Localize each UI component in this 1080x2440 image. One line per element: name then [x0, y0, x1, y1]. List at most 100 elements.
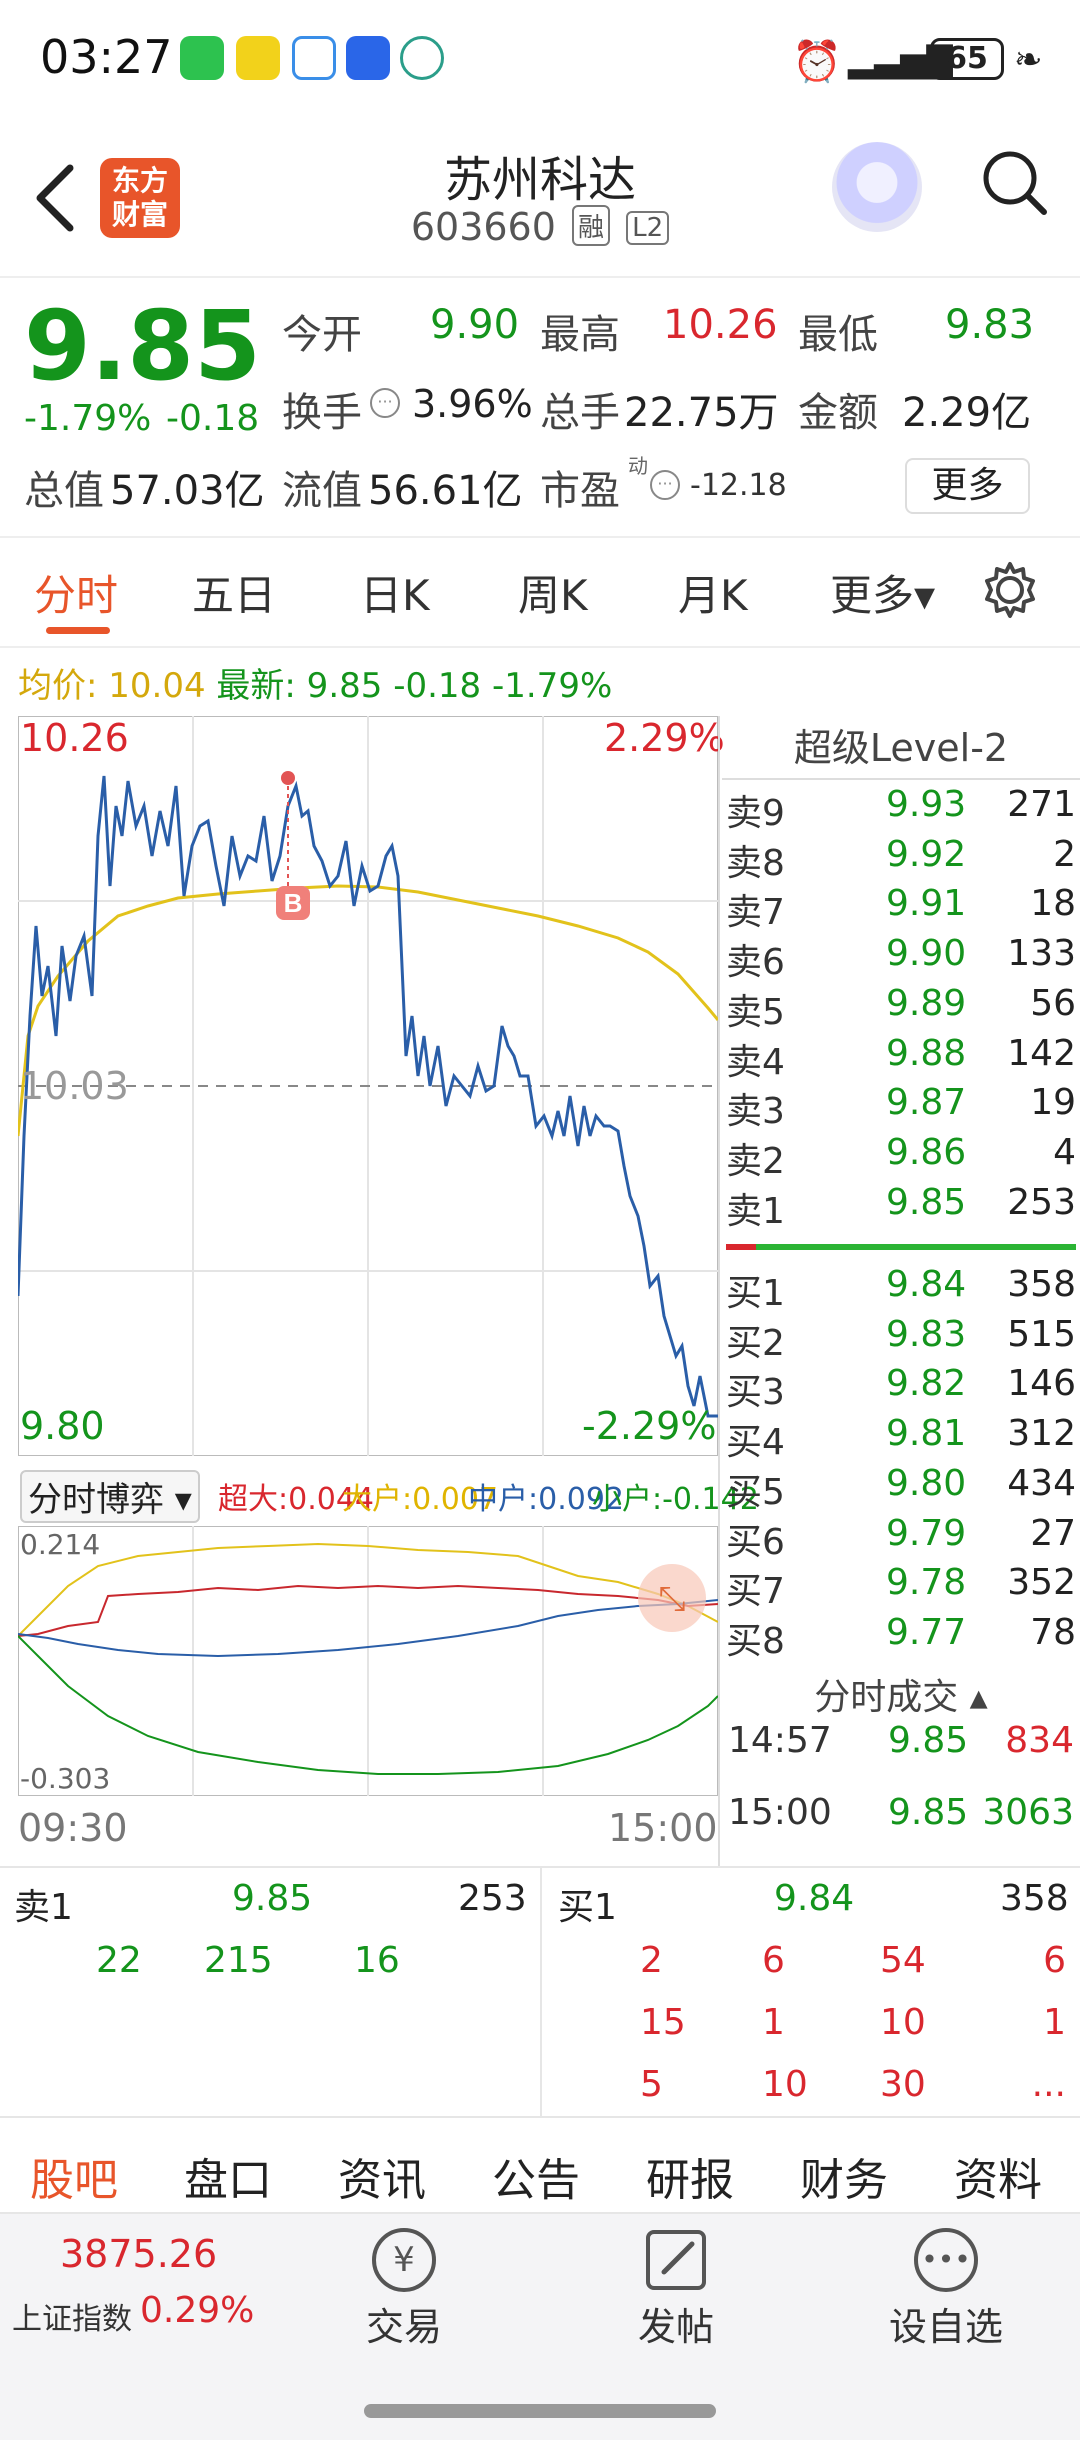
float-value: 56.61亿: [368, 468, 523, 514]
battery-indicator: 65: [930, 38, 1004, 80]
volume-label: 总手: [540, 390, 620, 436]
buy-queue-item: 5: [640, 2064, 663, 2105]
index-pct[interactable]: 0.29%: [140, 2290, 254, 2331]
mini-buy-price: 9.84: [774, 1878, 855, 1919]
bid-label: 买2: [726, 1322, 785, 1364]
bottom-tabs-divider: [0, 2116, 1080, 2118]
bid-row[interactable]: 买8 9.77 78: [726, 1612, 1076, 1662]
tab-daily-k[interactable]: 日K: [360, 562, 430, 623]
ask-row[interactable]: 卖7 9.91 18: [726, 883, 1076, 933]
volume-value: 22.75万: [624, 390, 779, 436]
index-value[interactable]: 3875.26: [60, 2232, 217, 2276]
ask-vol: 253: [1007, 1181, 1076, 1223]
tab-weekly-k[interactable]: 周K: [518, 562, 588, 623]
buy-queue-item: 1: [1043, 2002, 1066, 2043]
expand-icon: ⤡: [658, 1579, 685, 1619]
pe-superscript: 动: [628, 454, 648, 478]
tab-five-day[interactable]: 五日: [192, 562, 276, 623]
tab-news[interactable]: 资讯: [338, 2144, 426, 2208]
game-chart[interactable]: ⤡: [18, 1526, 718, 1796]
buy-queue-item: 6: [1043, 1940, 1066, 1981]
bid-row[interactable]: 买5 9.80 434: [726, 1463, 1076, 1513]
tab-research[interactable]: 研报: [646, 2144, 734, 2208]
trade-price: 9.85: [888, 1720, 969, 1761]
ask-price: 9.87: [886, 1082, 967, 1124]
ask-row[interactable]: 卖4 9.88 142: [726, 1033, 1076, 1083]
chart-y-bottom-pct: -2.29%: [582, 1404, 717, 1448]
float-label: 流值: [282, 468, 362, 514]
ask-label: 卖6: [726, 942, 785, 984]
pe-value: -12.18: [690, 468, 787, 503]
more-button[interactable]: 更多: [905, 458, 1030, 514]
bid-ask-ratio-bar-red: [726, 1244, 756, 1250]
trades-title[interactable]: 分时成交 ▴: [722, 1668, 1080, 1720]
bid-row[interactable]: 买4 9.81 312: [726, 1413, 1076, 1463]
bid-row[interactable]: 买3 9.82 146: [726, 1363, 1076, 1413]
trade-icon[interactable]: ¥: [372, 2228, 436, 2292]
mktcap-value: 57.03亿: [110, 468, 265, 514]
bid-label: 买3: [726, 1372, 785, 1414]
chat-app-icon: [292, 36, 336, 80]
bid-row[interactable]: 买2 9.83 515: [726, 1314, 1076, 1364]
sell-queue-item: 16: [354, 1940, 400, 1981]
low-value: 9.83: [945, 302, 1035, 348]
assistant-avatar[interactable]: [832, 142, 922, 232]
bid-label: 买8: [726, 1620, 785, 1662]
ask-label: 卖3: [726, 1091, 785, 1133]
ask-label: 卖7: [726, 892, 785, 934]
tab-monthly-k[interactable]: 月K: [678, 562, 748, 623]
chart-y-top-pct: 2.29%: [604, 716, 725, 760]
tab-handicap[interactable]: 盘口: [184, 2144, 272, 2208]
tab-forum[interactable]: 股吧: [30, 2144, 118, 2208]
more-options-icon[interactable]: •••: [914, 2228, 978, 2292]
home-indicator[interactable]: [364, 2404, 716, 2418]
post-icon[interactable]: [642, 2226, 710, 2294]
ask-price: 9.92: [886, 833, 967, 875]
ask-vol: 56: [1030, 982, 1076, 1024]
bid-row[interactable]: 买7 9.78 352: [726, 1562, 1076, 1612]
search-icon[interactable]: [980, 146, 1050, 222]
bid-label: 买4: [726, 1422, 785, 1464]
ask-row[interactable]: 卖3 9.87 19: [726, 1082, 1076, 1132]
game-selector[interactable]: 分时博弈 ▾: [20, 1470, 200, 1523]
ask-label: 卖2: [726, 1140, 785, 1182]
ask-price: 9.93: [886, 784, 967, 825]
tab-profile[interactable]: 资料: [954, 2144, 1042, 2208]
tab-announcements[interactable]: 公告: [492, 2144, 580, 2208]
gear-icon[interactable]: [980, 560, 1040, 620]
ask-label: 卖1: [726, 1190, 785, 1232]
tab-more[interactable]: 更多▾: [830, 562, 935, 623]
trade-time: 15:00: [728, 1792, 832, 1833]
info-icon[interactable]: ···: [370, 388, 400, 418]
buy-queue-item: 1: [762, 2002, 785, 2043]
sell-queue-item: 215: [204, 1940, 273, 1981]
bid-vol: 78: [1030, 1611, 1076, 1653]
info-icon[interactable]: ···: [650, 470, 680, 500]
mini-buy-label: 买1: [558, 1887, 617, 1928]
trade-label[interactable]: 交易: [304, 2296, 504, 2351]
level2-tag: L2: [626, 211, 670, 245]
index-name[interactable]: 上证指数: [12, 2294, 132, 2338]
ask-row[interactable]: 卖1 9.85 253: [726, 1182, 1076, 1232]
tab-intraday[interactable]: 分时: [34, 562, 118, 623]
bid-price: 9.82: [886, 1363, 967, 1405]
post-label[interactable]: 发帖: [576, 2296, 776, 2351]
bid-price: 9.79: [886, 1512, 967, 1554]
watchlist-label[interactable]: 设自选: [846, 2296, 1046, 2351]
quote-divider: [0, 536, 1080, 538]
bid-label: 买1: [726, 1273, 785, 1314]
ask-row[interactable]: 卖6 9.90 133: [726, 933, 1076, 983]
bid-row[interactable]: 买6 9.79 27: [726, 1513, 1076, 1563]
buy-queue-item: 10: [762, 2064, 808, 2105]
turnover-label: 换手: [282, 390, 362, 436]
ask-row[interactable]: 卖8 9.92 2: [726, 834, 1076, 884]
tab-finance[interactable]: 财务: [800, 2144, 888, 2208]
change-amount: -0.18: [166, 398, 260, 439]
ask-row[interactable]: 卖5 9.89 56: [726, 983, 1076, 1033]
alarm-icon: ⏰: [792, 39, 842, 85]
ask-row[interactable]: 卖2 9.86 4: [726, 1132, 1076, 1182]
bid-row[interactable]: 买1 9.84 358: [726, 1264, 1076, 1314]
margin-tag: 融: [572, 205, 611, 246]
ask-row[interactable]: 卖9 9.93 271: [726, 784, 1076, 834]
bid-price: 9.83: [886, 1313, 967, 1355]
